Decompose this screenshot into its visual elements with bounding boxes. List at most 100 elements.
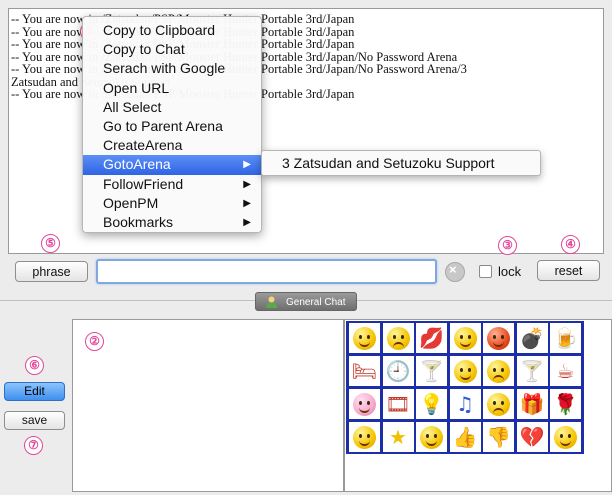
menu-item-label: Serach with Google — [103, 60, 226, 77]
tab-label: General Chat — [286, 297, 346, 308]
smile-icon-face — [353, 326, 376, 350]
tongue-icon-face — [453, 326, 477, 350]
wink-icon[interactable] — [449, 356, 481, 386]
gift-icon[interactable]: 🎁 — [516, 389, 548, 419]
angry-icon[interactable] — [483, 323, 514, 353]
thumbs-up-icon-glyph: 👍 — [452, 425, 478, 449]
menu-item-search-google[interactable]: Serach with Google — [83, 59, 261, 78]
menu-item-label: FollowFriend — [103, 175, 184, 192]
thumbs-up-icon[interactable]: 👍 — [449, 422, 481, 452]
pig-icon[interactable] — [349, 389, 380, 419]
context-menu: Copy to Clipboard Copy to Chat Serach wi… — [82, 16, 262, 233]
menu-item-label: Copy to Clipboard — [103, 22, 216, 38]
music-icon[interactable]: ♫ — [449, 389, 481, 419]
clear-input-icon[interactable]: × — [445, 262, 465, 282]
menu-item-label: Open URL — [103, 79, 170, 96]
bomb-icon[interactable]: 💣 — [516, 323, 548, 353]
shocked-icon-face — [487, 392, 510, 416]
menu-item-label: GotoArena — [103, 156, 171, 173]
cocktail-icon-glyph: 🍸 — [519, 359, 545, 383]
save-button[interactable]: save — [4, 411, 65, 430]
broken-heart-icon-glyph: 💔 — [519, 425, 545, 449]
sleeping-icon[interactable]: 🛏 — [349, 356, 380, 386]
user-icon — [266, 296, 277, 308]
lightbulb-icon[interactable]: 💡 — [416, 389, 447, 419]
worried-icon-face — [487, 359, 510, 383]
sunglasses-icon-face — [353, 425, 376, 449]
reset-button[interactable]: reset — [537, 260, 600, 281]
menu-item-label: Copy to Chat — [103, 41, 185, 58]
lips-icon[interactable]: 💋 — [416, 323, 447, 353]
emoticon-grid: 💋 💣 🍺 🛏 🕘 🍸 🍸 ☕ 🎞 💡 ♫ 🎁 🌹 ★ 👍 👎 💔 — [346, 321, 584, 454]
user-list-pane[interactable] — [72, 319, 344, 492]
tongue-icon[interactable] — [449, 323, 481, 353]
callout-3: ③ — [498, 236, 517, 255]
menu-item-open-url[interactable]: Open URL — [83, 79, 261, 98]
callout-2: ② — [85, 332, 104, 351]
menu-item-open-pm[interactable]: OpenPM ▶ — [83, 194, 261, 213]
beer-icon[interactable]: 🍺 — [550, 323, 581, 353]
menu-item-copy-to-clipboard[interactable]: Copy to Clipboard — [83, 21, 261, 40]
menu-item-label: Bookmarks — [103, 213, 174, 230]
menu-item-label: All Select — [103, 98, 162, 115]
lock-checkbox[interactable] — [479, 265, 492, 278]
phrase-button[interactable]: phrase — [15, 261, 88, 282]
menu-item-go-to-parent-arena[interactable]: Go to Parent Arena — [83, 117, 261, 136]
menu-item-label: OpenPM — [103, 194, 159, 211]
pig-icon-face — [353, 392, 376, 416]
menu-item-label: CreateArena — [103, 137, 183, 154]
clock-icon-glyph: 🕘 — [385, 359, 411, 383]
callout-5: ⑤ — [41, 234, 60, 253]
rose-icon[interactable]: 🌹 — [550, 389, 581, 419]
angry-icon-face — [487, 326, 510, 350]
bomb-icon-glyph: 💣 — [519, 326, 545, 350]
menu-item-goto-arena[interactable]: GotoArena ▶ — [83, 155, 261, 175]
grin-icon-face — [420, 425, 443, 449]
smile-icon[interactable] — [349, 323, 380, 353]
grin-icon[interactable] — [416, 422, 447, 452]
film-icon-glyph: 🎞 — [385, 392, 411, 416]
sunglasses-icon[interactable] — [349, 422, 380, 452]
menu-item-bookmarks[interactable]: Bookmarks ▶ — [83, 213, 261, 232]
clock-icon[interactable]: 🕘 — [382, 356, 414, 386]
lips-icon-glyph: 💋 — [419, 326, 444, 350]
menu-item-all-select[interactable]: All Select — [83, 98, 261, 117]
shocked-icon[interactable] — [483, 389, 514, 419]
edit-button[interactable]: Edit — [4, 382, 65, 401]
submenu-arrow-icon: ▶ — [243, 159, 251, 171]
broken-heart-icon[interactable]: 💔 — [516, 422, 548, 452]
callout-4: ④ — [561, 235, 580, 254]
menu-item-create-arena[interactable]: CreateArena — [83, 136, 261, 155]
submenu-arrow-icon: ▶ — [243, 216, 251, 228]
cocktail-icon-glyph: 🍸 — [419, 359, 444, 383]
submenu-item-arena[interactable]: 3 Zatsudan and Setuzoku Support — [261, 150, 541, 176]
menu-item-copy-to-chat[interactable]: Copy to Chat — [83, 40, 261, 59]
film-icon[interactable]: 🎞 — [382, 389, 414, 419]
cocktail-icon[interactable]: 🍸 — [516, 356, 548, 386]
callout-6: ⑥ — [25, 356, 44, 375]
laugh-icon-face — [554, 425, 577, 449]
rose-icon-glyph: 🌹 — [553, 392, 578, 416]
thumbs-down-icon[interactable]: 👎 — [483, 422, 514, 452]
sad-icon[interactable] — [382, 323, 414, 353]
submenu-arrow-icon: ▶ — [243, 197, 251, 209]
thumbs-down-icon-glyph: 👎 — [486, 425, 511, 449]
message-input[interactable] — [96, 259, 437, 284]
sleeping-icon-glyph: 🛏 — [351, 359, 378, 383]
star-icon-glyph: ★ — [389, 425, 407, 449]
tab-general-chat[interactable]: General Chat — [255, 292, 357, 311]
menu-item-label: Go to Parent Arena — [103, 117, 223, 134]
coffee-icon[interactable]: ☕ — [550, 356, 581, 386]
beer-icon-glyph: 🍺 — [553, 326, 578, 350]
cocktail-icon[interactable]: 🍸 — [416, 356, 447, 386]
lightbulb-icon-glyph: 💡 — [419, 392, 444, 416]
worried-icon[interactable] — [483, 356, 514, 386]
submenu-arrow-icon: ▶ — [243, 178, 251, 190]
lock-label: lock — [498, 264, 522, 279]
laugh-icon[interactable] — [550, 422, 581, 452]
coffee-icon-glyph: ☕ — [556, 359, 575, 383]
menu-item-follow-friend[interactable]: FollowFriend ▶ — [83, 175, 261, 194]
star-icon[interactable]: ★ — [382, 422, 414, 452]
callout-7: ⑦ — [24, 436, 43, 455]
music-icon-glyph: ♫ — [456, 392, 474, 416]
